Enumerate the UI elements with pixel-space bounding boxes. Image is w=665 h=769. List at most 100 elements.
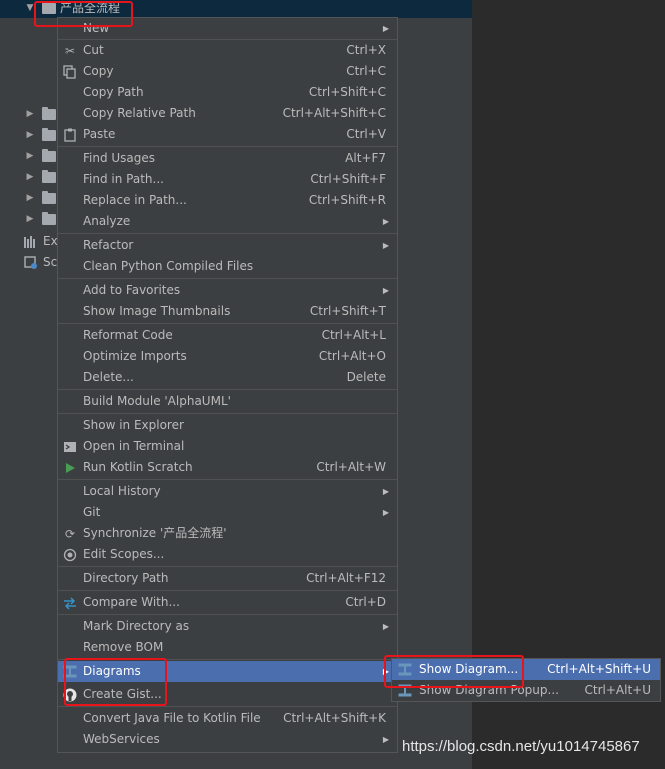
menu-item-create-gist[interactable]: Create Gist... [58, 684, 397, 705]
folder-icon [42, 128, 56, 141]
menu-item-copy-relative-path[interactable]: Copy Relative Path Ctrl+Alt+Shift+C [58, 103, 397, 124]
run-icon [63, 461, 77, 475]
menu-item-build-module[interactable]: Build Module 'AlphaUML' [58, 391, 397, 412]
menu-item-label: Local History [83, 484, 161, 498]
menu-item-shortcut: Ctrl+X [346, 43, 386, 57]
menu-item-find-in-path[interactable]: Find in Path... Ctrl+Shift+F [58, 169, 397, 190]
menu-item-local-history[interactable]: Local History ▶ [58, 481, 397, 502]
submenu-arrow-icon: ▶ [382, 24, 389, 33]
menu-item-remove-bom[interactable]: Remove BOM [58, 637, 397, 658]
menu-item-shortcut: Ctrl+D [345, 595, 386, 609]
scratches-icon [24, 256, 37, 269]
menu-item-label: Add to Favorites [83, 283, 181, 297]
collapse-arrow-icon[interactable]: ▶ [24, 188, 36, 209]
menu-item-compare-with[interactable]: Compare With... Ctrl+D [58, 592, 397, 613]
menu-item-new[interactable]: New ▶ [58, 18, 397, 39]
menu-item-git[interactable]: Git ▶ [58, 502, 397, 523]
diagram-icon [63, 665, 77, 679]
menu-item-label: Build Module 'AlphaUML' [83, 394, 231, 408]
menu-separator [58, 389, 397, 390]
menu-separator [58, 233, 397, 234]
folder-icon [42, 170, 56, 183]
menu-item-shortcut: Ctrl+Alt+L [321, 328, 386, 342]
watermark-text: https://blog.csdn.net/yu1014745867 [402, 738, 640, 755]
menu-item-shortcut: Ctrl+C [346, 64, 386, 78]
menu-item-label: Optimize Imports [83, 349, 187, 363]
menu-item-directory-path[interactable]: Directory Path Ctrl+Alt+F12 [58, 568, 397, 589]
menu-separator [58, 590, 397, 591]
menu-item-label: Cut [83, 43, 104, 57]
collapse-arrow-icon[interactable]: ▶ [24, 104, 36, 125]
menu-item-label: Copy Path [83, 85, 144, 99]
submenu-arrow-icon: ▶ [382, 217, 389, 226]
menu-item-label: Convert Java File to Kotlin File [83, 711, 261, 725]
menu-item-synchronize[interactable]: ⟳ Synchronize '产品全流程' [58, 523, 397, 544]
menu-item-optimize-imports[interactable]: Optimize Imports Ctrl+Alt+O [58, 346, 397, 367]
collapse-arrow-icon[interactable]: ▶ [24, 167, 36, 188]
collapse-arrow-icon[interactable]: ▶ [24, 146, 36, 167]
menu-item-shortcut: Ctrl+Alt+F12 [306, 571, 386, 585]
library-icon [24, 236, 35, 248]
menu-item-label: Open in Terminal [83, 439, 185, 453]
menu-item-label: Edit Scopes... [83, 547, 165, 561]
menu-separator [58, 479, 397, 480]
menu-separator [58, 566, 397, 567]
menu-item-reformat-code[interactable]: Reformat Code Ctrl+Alt+L [58, 325, 397, 346]
submenu-item-show-diagram[interactable]: Show Diagram... Ctrl+Alt+Shift+U [392, 659, 660, 680]
menu-item-run-kotlin-scratch[interactable]: Run Kotlin Scratch Ctrl+Alt+W [58, 457, 397, 478]
menu-item-copy-path[interactable]: Copy Path Ctrl+Shift+C [58, 82, 397, 103]
menu-item-paste[interactable]: Paste Ctrl+V [58, 124, 397, 145]
menu-item-label: Show in Explorer [83, 418, 184, 432]
folder-icon [42, 1, 56, 14]
submenu-item-label: Show Diagram Popup... [419, 683, 559, 697]
menu-item-open-in-terminal[interactable]: Open in Terminal [58, 436, 397, 457]
menu-item-convert-java-to-kotlin[interactable]: Convert Java File to Kotlin File Ctrl+Al… [58, 708, 397, 729]
tree-row-root[interactable]: ▼ 产品全流程 [0, 0, 472, 18]
menu-separator [58, 614, 397, 615]
menu-item-clean-python[interactable]: Clean Python Compiled Files [58, 256, 397, 277]
menu-item-diagrams[interactable]: Diagrams ▶ [58, 661, 397, 682]
submenu-arrow-icon: ▶ [382, 735, 389, 744]
menu-item-label: Directory Path [83, 571, 169, 585]
menu-separator [58, 146, 397, 147]
context-menu: New ▶ ✂ Cut Ctrl+X Copy Ctrl+C Copy Path… [57, 17, 398, 753]
menu-item-show-in-explorer[interactable]: Show in Explorer [58, 415, 397, 436]
menu-item-replace-in-path[interactable]: Replace in Path... Ctrl+Shift+R [58, 190, 397, 211]
collapse-arrow-icon[interactable]: ▶ [24, 209, 36, 230]
menu-item-shortcut: Ctrl+Shift+F [310, 172, 386, 186]
scissors-icon: ✂ [64, 44, 76, 58]
github-icon [63, 688, 77, 702]
menu-item-find-usages[interactable]: Find Usages Alt+F7 [58, 148, 397, 169]
menu-item-shortcut: Ctrl+Alt+O [318, 349, 386, 363]
menu-item-edit-scopes[interactable]: Edit Scopes... [58, 544, 397, 565]
copy-icon [63, 65, 77, 79]
menu-item-refactor[interactable]: Refactor ▶ [58, 235, 397, 256]
submenu-arrow-icon: ▶ [382, 508, 389, 517]
terminal-icon [63, 440, 77, 454]
submenu-item-shortcut: Ctrl+Alt+Shift+U [547, 662, 651, 676]
menu-item-label: Clean Python Compiled Files [83, 259, 254, 273]
menu-separator [58, 706, 397, 707]
collapse-arrow-icon[interactable]: ▶ [24, 125, 36, 146]
menu-item-mark-directory-as[interactable]: Mark Directory as ▶ [58, 616, 397, 637]
compare-arrows-icon [63, 596, 77, 610]
menu-item-label: Mark Directory as [83, 619, 190, 633]
submenu-item-label: Show Diagram... [419, 662, 519, 676]
menu-item-cut[interactable]: ✂ Cut Ctrl+X [58, 40, 397, 61]
menu-item-show-thumbnails[interactable]: Show Image Thumbnails Ctrl+Shift+T [58, 301, 397, 322]
menu-item-label: Analyze [83, 214, 131, 228]
submenu-item-show-diagram-popup[interactable]: Show Diagram Popup... Ctrl+Alt+U [392, 680, 660, 701]
menu-separator [58, 323, 397, 324]
clipboard-icon [63, 128, 77, 142]
menu-item-add-to-favorites[interactable]: Add to Favorites ▶ [58, 280, 397, 301]
submenu-arrow-icon: ▶ [382, 241, 389, 250]
menu-item-copy[interactable]: Copy Ctrl+C [58, 61, 397, 82]
menu-item-label: Copy Relative Path [83, 106, 196, 120]
submenu-arrow-icon: ▶ [382, 622, 389, 631]
menu-item-label: Synchronize '产品全流程' [83, 526, 227, 540]
expand-arrow-icon[interactable]: ▼ [24, 0, 36, 19]
menu-item-shortcut: Ctrl+V [346, 127, 386, 141]
menu-item-analyze[interactable]: Analyze ▶ [58, 211, 397, 232]
menu-item-delete[interactable]: Delete... Delete [58, 367, 397, 388]
menu-item-webservices[interactable]: WebServices ▶ [58, 729, 397, 750]
